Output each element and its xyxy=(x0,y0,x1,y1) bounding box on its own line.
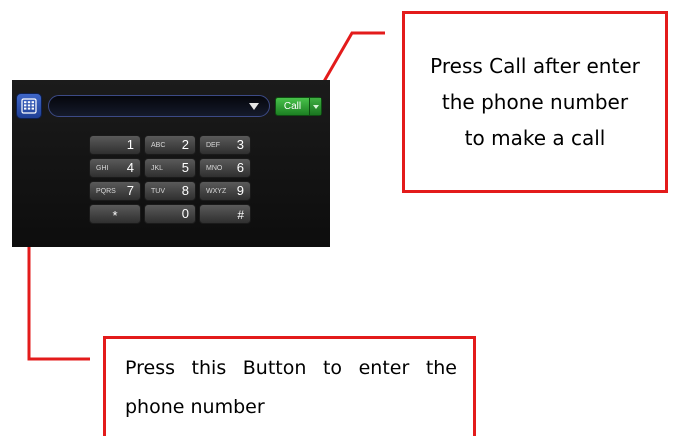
key-4[interactable]: GHI 4 xyxy=(89,158,141,178)
key-6[interactable]: MNO 6 xyxy=(199,158,251,178)
dialer-panel: Call 1 ABC 2 DEF 3 GHI 4 JKL 5 MNO 6 PQR… xyxy=(12,80,330,247)
key-digit: 6 xyxy=(236,160,244,175)
key-1[interactable]: 1 xyxy=(89,135,141,155)
keypad-button-callout: Press this Button to enter the phone num… xyxy=(103,336,476,436)
key-digit: 2 xyxy=(181,137,189,152)
call-button-label[interactable]: Call xyxy=(276,98,309,115)
keypad-callout-text: Press this Button to enter the phone num… xyxy=(125,357,457,418)
key-3[interactable]: DEF 3 xyxy=(199,135,251,155)
key-digit: 3 xyxy=(236,137,244,152)
key-letters: TUV xyxy=(151,188,165,195)
chevron-down-icon[interactable] xyxy=(249,103,259,110)
key-7[interactable]: PQRS 7 xyxy=(89,181,141,201)
key-digit: 4 xyxy=(126,160,134,175)
call-button[interactable]: Call xyxy=(275,97,322,116)
keypad: 1 ABC 2 DEF 3 GHI 4 JKL 5 MNO 6 PQRS 7 T… xyxy=(89,135,254,224)
call-callout-text: Press Call after enter the phone number … xyxy=(430,54,640,150)
key-letters: MNO xyxy=(206,165,223,172)
key-digit: 1 xyxy=(126,137,134,152)
key-digit: 7 xyxy=(126,183,134,198)
key-digit: 9 xyxy=(236,183,244,198)
key-star[interactable]: * xyxy=(89,204,141,224)
key-letters: WXYZ xyxy=(206,188,227,195)
key-8[interactable]: TUV 8 xyxy=(144,181,196,201)
key-9[interactable]: WXYZ 9 xyxy=(199,181,251,201)
key-digit: # xyxy=(237,208,244,222)
chevron-down-icon xyxy=(312,104,319,109)
key-digit: 8 xyxy=(181,183,189,198)
key-2[interactable]: ABC 2 xyxy=(144,135,196,155)
keypad-toggle-button[interactable] xyxy=(16,93,42,119)
key-hash[interactable]: # xyxy=(199,204,251,224)
key-digit: 0 xyxy=(181,206,189,221)
key-letters: ABC xyxy=(151,142,166,149)
key-5[interactable]: JKL 5 xyxy=(144,158,196,178)
key-letters: DEF xyxy=(206,142,220,149)
phone-number-input[interactable] xyxy=(48,95,270,117)
call-options-button[interactable] xyxy=(309,98,321,115)
key-0[interactable]: 0 xyxy=(144,204,196,224)
key-digit: * xyxy=(112,208,118,223)
call-button-callout: Press Call after enter the phone number … xyxy=(402,11,668,193)
key-letters: JKL xyxy=(151,165,164,172)
keypad-grid-icon xyxy=(21,98,37,114)
key-digit: 5 xyxy=(181,160,189,175)
key-letters: GHI xyxy=(96,165,109,172)
key-letters: PQRS xyxy=(96,188,116,195)
